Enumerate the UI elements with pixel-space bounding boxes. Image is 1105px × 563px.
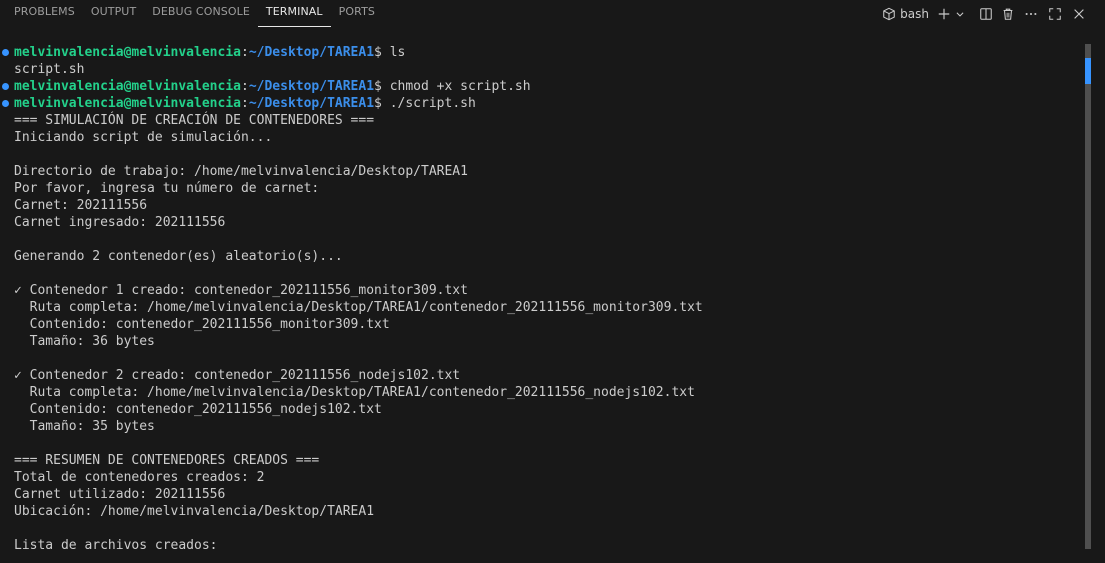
output-line: Tamaño: 36 bytes — [14, 334, 155, 349]
prompt-path: ~/Desktop/TAREA1 — [248, 96, 375, 111]
output-line: === RESUMEN DE CONTENEDORES CREADOS === — [14, 453, 320, 468]
output-line: Iniciando script de simulación... — [14, 130, 273, 145]
output-line: Total de contenedores creados: 2 — [14, 470, 265, 485]
trash-icon — [1001, 7, 1015, 21]
terminal-scrollbar[interactable] — [1085, 44, 1091, 549]
prompt-user: melvinvalencia@melvinvalencia — [14, 96, 241, 111]
split-terminal-icon — [979, 7, 993, 21]
tab-terminal[interactable]: TERMINAL — [257, 0, 331, 27]
tab-problems[interactable]: PROBLEMS — [6, 0, 83, 27]
more-actions-button[interactable] — [1019, 3, 1043, 25]
tab-ports[interactable]: PORTS — [331, 0, 383, 27]
output-line: Directorio de trabajo: /home/melvinvalen… — [14, 164, 468, 179]
prompt-colon: : — [240, 96, 249, 111]
command-text: ls — [389, 45, 406, 60]
tab-debug-console[interactable]: DEBUG CONSOLE — [144, 0, 258, 27]
terminal-output[interactable]: melvinvalencia@melvinvalencia:~/Desktop/… — [0, 44, 1085, 563]
close-icon — [1072, 7, 1086, 21]
prompt-suffix: $ — [374, 45, 390, 60]
output-line: ✓ Contenedor 1 creado: contenedor_202111… — [14, 283, 468, 298]
command-status-dot[interactable] — [2, 83, 9, 90]
prompt-suffix: $ — [374, 79, 390, 94]
prompt-line: melvinvalencia@melvinvalencia:~/Desktop/… — [0, 95, 1085, 112]
maximize-icon — [1048, 7, 1062, 21]
prompt-suffix: $ — [374, 96, 390, 111]
prompt-colon: : — [240, 79, 249, 94]
kill-terminal-button[interactable] — [997, 3, 1019, 25]
output-line: Tamaño: 35 bytes — [14, 419, 155, 434]
output-line: === SIMULACIÓN DE CREACIÓN DE CONTENEDOR… — [14, 113, 375, 128]
add-icon — [937, 7, 951, 21]
output-line: Carnet: 202111556 — [14, 198, 148, 213]
output-line: Lista de archivos creados: — [14, 538, 218, 553]
scrollbar-current-marker — [1085, 58, 1091, 84]
output-line: Carnet utilizado: 202111556 — [14, 487, 226, 502]
output-line: script.sh — [14, 62, 85, 77]
close-panel-button[interactable] — [1067, 3, 1091, 25]
terminal-profile-icon — [882, 7, 896, 21]
output-line: Contenido: contenedor_202111556_monitor3… — [14, 317, 390, 332]
output-line: Por favor, ingresa tu número de carnet: — [14, 181, 320, 196]
new-terminal-button[interactable] — [935, 3, 953, 25]
output-line: Generando 2 contenedor(es) aleatorio(s).… — [14, 249, 343, 264]
more-icon — [1024, 7, 1038, 21]
prompt-line: melvinvalencia@melvinvalencia:~/Desktop/… — [0, 78, 1085, 95]
shell-name: bash — [900, 6, 929, 21]
prompt-line: melvinvalencia@melvinvalencia:~/Desktop/… — [0, 44, 1085, 61]
tab-output[interactable]: OUTPUT — [83, 0, 144, 27]
output-line: Ubicación: /home/melvinvalencia/Desktop/… — [14, 504, 375, 519]
prompt-user: melvinvalencia@melvinvalencia — [14, 79, 241, 94]
terminal-actions: bash — [882, 0, 1091, 27]
output-line: Ruta completa: /home/melvinvalencia/Desk… — [14, 385, 695, 400]
split-terminal-button[interactable] — [975, 3, 997, 25]
prompt-path: ~/Desktop/TAREA1 — [248, 79, 375, 94]
output-line: Ruta completa: /home/melvinvalencia/Desk… — [14, 300, 703, 315]
command-text: ./script.sh — [389, 96, 476, 111]
prompt-colon: : — [240, 45, 249, 60]
command-status-dot[interactable] — [2, 100, 9, 107]
output-line: Carnet ingresado: 202111556 — [14, 215, 226, 230]
output-line: ✓ Contenedor 2 creado: contenedor_202111… — [14, 368, 461, 383]
panel-tabs: PROBLEMS OUTPUT DEBUG CONSOLE TERMINAL P… — [6, 0, 383, 27]
chevron-down-icon — [955, 9, 965, 19]
command-status-dot[interactable] — [2, 49, 9, 56]
output-line: Contenido: contenedor_202111556_nodejs10… — [14, 402, 382, 417]
scrollbar-thumb[interactable] — [1085, 44, 1091, 549]
panel-header: PROBLEMS OUTPUT DEBUG CONSOLE TERMINAL P… — [0, 0, 1105, 27]
prompt-path: ~/Desktop/TAREA1 — [248, 45, 375, 60]
maximize-panel-button[interactable] — [1043, 3, 1067, 25]
launch-profile-button[interactable] — [953, 3, 967, 25]
prompt-user: melvinvalencia@melvinvalencia — [14, 45, 241, 60]
command-text: chmod +x script.sh — [389, 79, 531, 94]
terminal-profile-button[interactable]: bash — [882, 3, 935, 25]
